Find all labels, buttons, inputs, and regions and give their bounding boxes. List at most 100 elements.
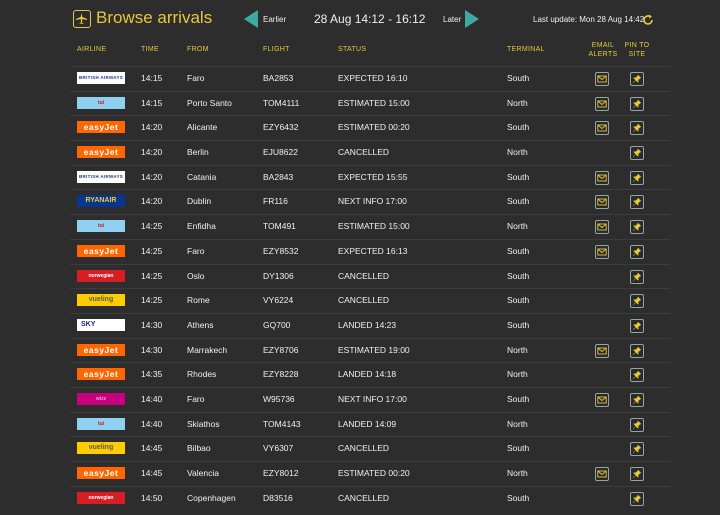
- table-row: easyJet 14:35 Rhodes EZY8228 LANDED 14:18 Nor…: [70, 362, 670, 387]
- status-cell: ESTIMATED 15:00: [338, 221, 410, 232]
- email-alert-button[interactable]: [595, 392, 609, 407]
- flight-cell: EZY8706: [263, 344, 299, 355]
- pin-to-site-button[interactable]: [630, 318, 644, 333]
- airline-logo: easyJet: [77, 146, 125, 159]
- from-cell: Athens: [187, 319, 214, 330]
- status-cell: EXPECTED 15:55: [338, 171, 408, 182]
- terminal-cell: South: [507, 171, 530, 182]
- terminal-cell: South: [507, 319, 530, 330]
- flight-cell: DY1306: [263, 270, 294, 281]
- pin-to-site-button[interactable]: [630, 220, 644, 235]
- time-cell: 14:25: [141, 295, 163, 306]
- time-cell: 14:40: [141, 418, 163, 429]
- time-cell: 14:20: [141, 147, 163, 158]
- status-cell: ESTIMATED 19:00: [338, 344, 410, 355]
- email-alert-button[interactable]: [595, 195, 609, 210]
- email-alert-button[interactable]: [595, 170, 609, 185]
- from-cell: Oslo: [187, 270, 205, 281]
- flight-cell: EZY8228: [263, 369, 299, 380]
- later-button[interactable]: Later: [443, 15, 461, 24]
- status-cell: NEXT INFO 17:00: [338, 196, 407, 207]
- later-arrow-icon[interactable]: [465, 10, 479, 28]
- terminal-cell: South: [507, 295, 530, 306]
- time-cell: 14:25: [141, 270, 163, 281]
- col-head-terminal: TERMINAL: [507, 46, 545, 53]
- email-alert-button[interactable]: [595, 220, 609, 235]
- pin-to-site-button[interactable]: [630, 442, 644, 457]
- col-head-pin-line1: PIN TO: [624, 42, 650, 49]
- status-cell: LANDED 14:09: [338, 418, 397, 429]
- terminal-cell: South: [507, 393, 530, 404]
- date-range: 28 Aug 14:12 - 16:12: [314, 12, 426, 26]
- pin-to-site-button[interactable]: [630, 170, 644, 185]
- terminal-cell: South: [507, 270, 530, 281]
- col-head-flight: FLIGHT: [263, 46, 290, 53]
- time-cell: 14:20: [141, 196, 163, 207]
- pin-to-site-button[interactable]: [630, 368, 644, 383]
- last-update: Last update: Mon 28 Aug 14:42: [533, 15, 645, 24]
- pin-to-site-button[interactable]: [630, 96, 644, 111]
- time-cell: 14:35: [141, 369, 163, 380]
- refresh-icon[interactable]: [642, 13, 654, 25]
- pin-to-site-button[interactable]: [630, 121, 644, 136]
- flight-cell: W95736: [263, 393, 295, 404]
- table-row: BRITISH AIRWAYS 14:15 Faro BA2853 EXPECTED 1…: [70, 66, 670, 91]
- flight-cell: EZY8532: [263, 245, 299, 256]
- table-row: tui 14:15 Porto Santo TOM4111 ESTIMATED 15:0…: [70, 90, 670, 116]
- from-cell: Berlin: [187, 147, 209, 158]
- email-alert-button[interactable]: [595, 72, 609, 86]
- pin-to-site-button[interactable]: [630, 491, 644, 506]
- table-row: tui 14:25 Enfidha TOM491 ESTIMATED 15:00 Nort…: [70, 214, 670, 239]
- col-head-time: TIME: [141, 46, 159, 53]
- time-cell: 14:40: [141, 393, 163, 404]
- time-cell: 14:45: [141, 443, 163, 454]
- email-alert-button[interactable]: [595, 343, 609, 358]
- pin-to-site-button[interactable]: [630, 417, 644, 432]
- email-alert-button[interactable]: [595, 96, 609, 111]
- table-row: norwegian 14:50 Copenhagen D83516 CANCELLED S…: [70, 485, 670, 511]
- email-alert-button[interactable]: [595, 467, 609, 481]
- from-cell: Faro: [187, 245, 205, 256]
- table-row: vueling 14:45 Bilbao VY6307 CANCELLED South: [70, 436, 670, 461]
- time-cell: 14:25: [141, 245, 163, 256]
- pin-to-site-button[interactable]: [630, 146, 644, 161]
- pin-to-site-button[interactable]: [630, 244, 644, 259]
- earlier-arrow-icon[interactable]: [244, 10, 258, 28]
- time-cell: 14:15: [141, 73, 163, 83]
- status-cell: NEXT INFO 17:00: [338, 393, 407, 404]
- status-cell: CANCELLED: [338, 147, 390, 158]
- table-row: easyJet 14:25 Faro EZY8532 EXPECTED 16:13 Sou…: [70, 238, 670, 264]
- earlier-button[interactable]: Earlier: [263, 15, 286, 24]
- table-row: BRITISH AIRWAYS 14:20 Catania BA2843 EXPECTE…: [70, 164, 670, 190]
- email-alert-button[interactable]: [595, 121, 609, 136]
- terminal-cell: North: [507, 147, 528, 158]
- table-row: SKY 14:30 Athens GQ700 LANDED 14:23 South: [70, 312, 670, 338]
- time-cell: 14:30: [141, 344, 163, 355]
- col-head-airline: AIRLINE: [77, 46, 107, 53]
- terminal-cell: South: [507, 492, 530, 503]
- pin-to-site-button[interactable]: [630, 467, 644, 481]
- col-head-email-line2: ALERTS: [588, 51, 618, 58]
- time-cell: 14:25: [141, 221, 163, 232]
- email-alert-button[interactable]: [595, 244, 609, 259]
- airline-logo: easyJet: [77, 244, 125, 257]
- status-cell: CANCELLED: [338, 270, 390, 281]
- table-row: easyJet 14:20 Alicante EZY6432 ESTIMATED 00:…: [70, 115, 670, 140]
- terminal-cell: South: [507, 245, 530, 256]
- pin-to-site-button[interactable]: [630, 392, 644, 407]
- pin-to-site-button[interactable]: [630, 294, 644, 309]
- table-row: easyJet 14:45 Valencia EZY8012 ESTIMATED 00:…: [70, 461, 670, 486]
- airline-logo: BRITISH AIRWAYS: [77, 170, 125, 183]
- time-cell: 14:45: [141, 468, 163, 478]
- pin-to-site-button[interactable]: [630, 195, 644, 210]
- terminal-cell: North: [507, 369, 528, 380]
- pin-to-site-button[interactable]: [630, 72, 644, 86]
- pin-to-site-button[interactable]: [630, 269, 644, 284]
- airline-logo: tui: [77, 96, 125, 109]
- plane-icon: [73, 10, 91, 28]
- arrivals-table: BRITISH AIRWAYS 14:15 Faro BA2853 EXPECTED 1…: [70, 66, 670, 510]
- status-cell: CANCELLED: [338, 492, 390, 503]
- airline-logo: easyJet: [77, 343, 125, 356]
- pin-to-site-button[interactable]: [630, 343, 644, 358]
- terminal-cell: North: [507, 344, 528, 355]
